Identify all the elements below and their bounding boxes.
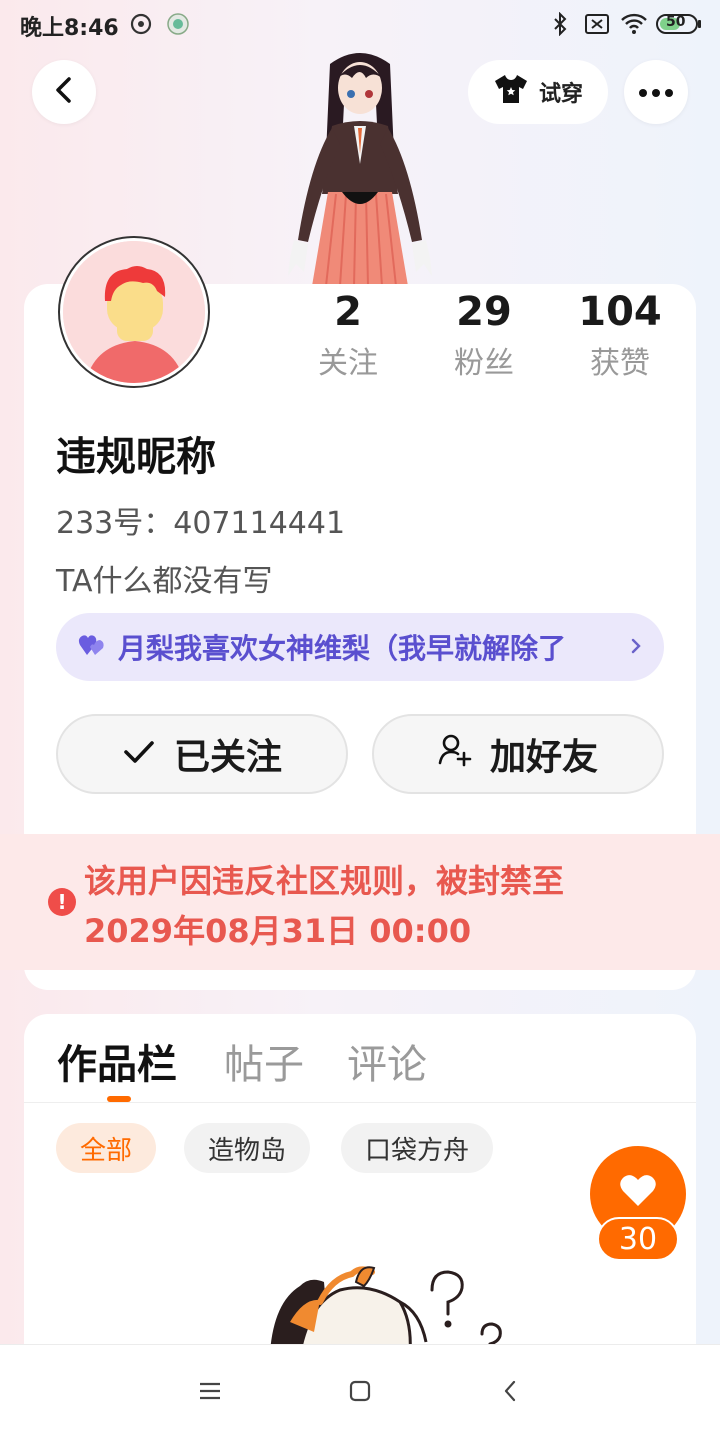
chevron-left-icon <box>503 1380 517 1406</box>
more-options-button[interactable] <box>624 60 688 124</box>
add-user-icon <box>438 733 472 776</box>
record-icon <box>130 12 154 40</box>
nav-home-button[interactable] <box>340 1373 380 1413</box>
ban-notice-line2: 2029年08月31日 00:00 <box>84 912 472 950</box>
heart-icon <box>619 1174 657 1212</box>
chevron-right-icon <box>630 633 642 661</box>
no-sim-icon <box>584 12 610 40</box>
shirt-icon <box>493 73 529 111</box>
following-count: 2 <box>334 289 362 335</box>
avatar[interactable] <box>58 236 210 388</box>
stat-likes[interactable]: 104 获赞 <box>555 288 685 384</box>
menu-icon <box>199 1382 221 1404</box>
likes-label: 获赞 <box>590 346 650 381</box>
more-dots-icon <box>638 83 674 102</box>
bio: TA什么都没有写 <box>56 564 273 599</box>
ban-notice-line1: 该用户因违反社区规则，被封禁至 <box>84 862 565 900</box>
check-icon <box>122 734 156 775</box>
double-heart-icon <box>78 633 106 661</box>
nav-back-button[interactable] <box>490 1373 530 1413</box>
filter-pocket-ark[interactable]: 口袋方舟 <box>341 1123 494 1173</box>
nav-menu-button[interactable] <box>190 1373 230 1413</box>
tab-works[interactable]: 作品栏 <box>57 1032 177 1090</box>
back-button[interactable] <box>32 60 96 124</box>
fans-label: 粉丝 <box>454 346 514 381</box>
bluetooth-icon <box>548 11 572 40</box>
add-friend-button[interactable]: 加好友 <box>372 714 664 794</box>
ban-notice-banner: 该用户因违反社区规则，被封禁至 2029年08月31日 00:00 <box>0 834 720 970</box>
stat-fans[interactable]: 29 粉丝 <box>419 288 549 384</box>
following-label: 关注 <box>318 346 378 381</box>
tab-comments[interactable]: 评论 <box>347 1032 427 1090</box>
add-friend-label: 加好友 <box>489 737 598 778</box>
system-nav-bar <box>0 1344 720 1440</box>
battery-level: 50 <box>666 14 686 30</box>
fan-tag-pill[interactable]: 月梨我喜欢女神维梨（我早就解除了 <box>56 613 664 681</box>
user-id: 233号：407114441 <box>56 506 346 541</box>
like-count: 30 <box>597 1217 679 1261</box>
try-on-label: 试穿 <box>538 82 583 107</box>
empty-state-mascot-illustration <box>260 1262 520 1354</box>
fan-tag-text: 月梨我喜欢女神维梨（我早就解除了 <box>118 632 567 665</box>
filter-all[interactable]: 全部 <box>56 1123 157 1173</box>
wifi-icon <box>620 12 648 40</box>
try-on-button[interactable]: 试穿 <box>468 60 608 124</box>
fans-count: 29 <box>456 289 512 335</box>
followed-label: 已关注 <box>173 737 282 778</box>
nickname: 违规昵称 <box>56 434 216 480</box>
stat-following[interactable]: 2 关注 <box>283 288 413 384</box>
avatar-character-illustration <box>270 44 450 287</box>
app-notification-icon <box>166 12 190 40</box>
tab-posts[interactable]: 帖子 <box>224 1032 304 1090</box>
filter-creation-island[interactable]: 造物岛 <box>184 1123 311 1173</box>
likes-count: 104 <box>578 289 662 335</box>
status-time: 晚上8:46 <box>20 16 119 41</box>
tab-divider <box>24 1102 696 1103</box>
status-bar: 晚上8:46 50 <box>0 0 720 48</box>
followed-button[interactable]: 已关注 <box>56 714 348 794</box>
square-icon <box>349 1380 371 1406</box>
alert-icon: ! <box>48 888 76 916</box>
chevron-left-icon <box>52 76 76 108</box>
